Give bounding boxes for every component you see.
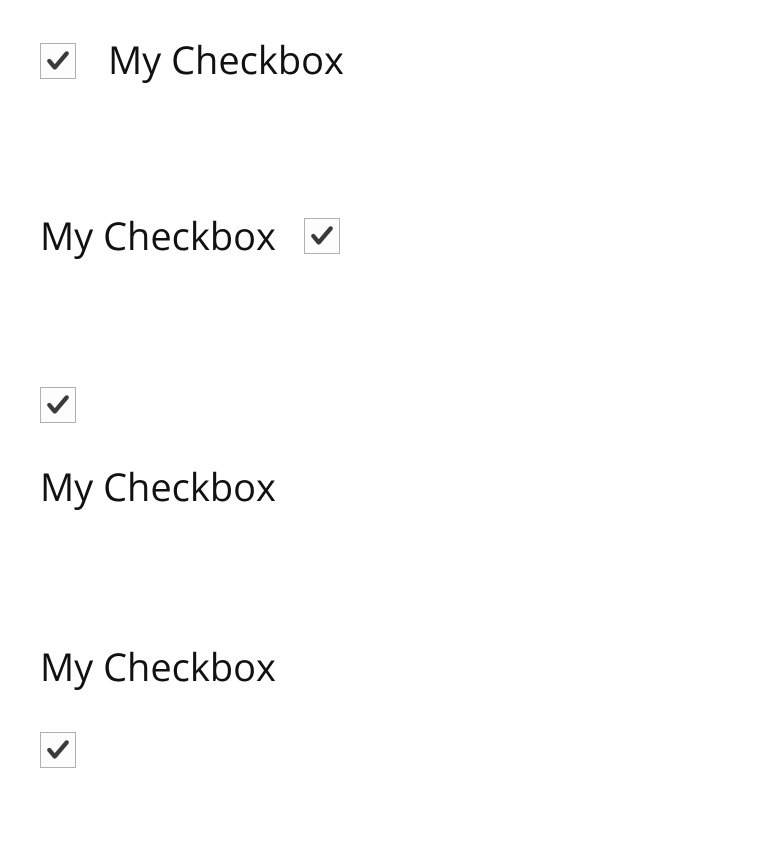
checkbox-1[interactable]: [40, 43, 76, 79]
checkbox-4[interactable]: [40, 732, 76, 768]
checkbox-4-label: My Checkbox: [40, 645, 276, 691]
checkbox-2[interactable]: [304, 218, 340, 254]
check-icon: [45, 392, 71, 418]
checkbox-3[interactable]: [40, 387, 76, 423]
checkbox-3-label: My Checkbox: [40, 465, 276, 511]
checkbox-item-1: My Checkbox: [40, 38, 728, 84]
checkbox-1-label: My Checkbox: [108, 38, 344, 84]
checkbox-item-3: My Checkbox: [40, 387, 728, 511]
checkbox-2-label: My Checkbox: [40, 214, 276, 260]
check-icon: [45, 48, 71, 74]
check-icon: [45, 737, 71, 763]
checkbox-item-2: My Checkbox: [40, 214, 728, 260]
check-icon: [309, 223, 335, 249]
checkbox-item-4: My Checkbox: [40, 645, 728, 769]
